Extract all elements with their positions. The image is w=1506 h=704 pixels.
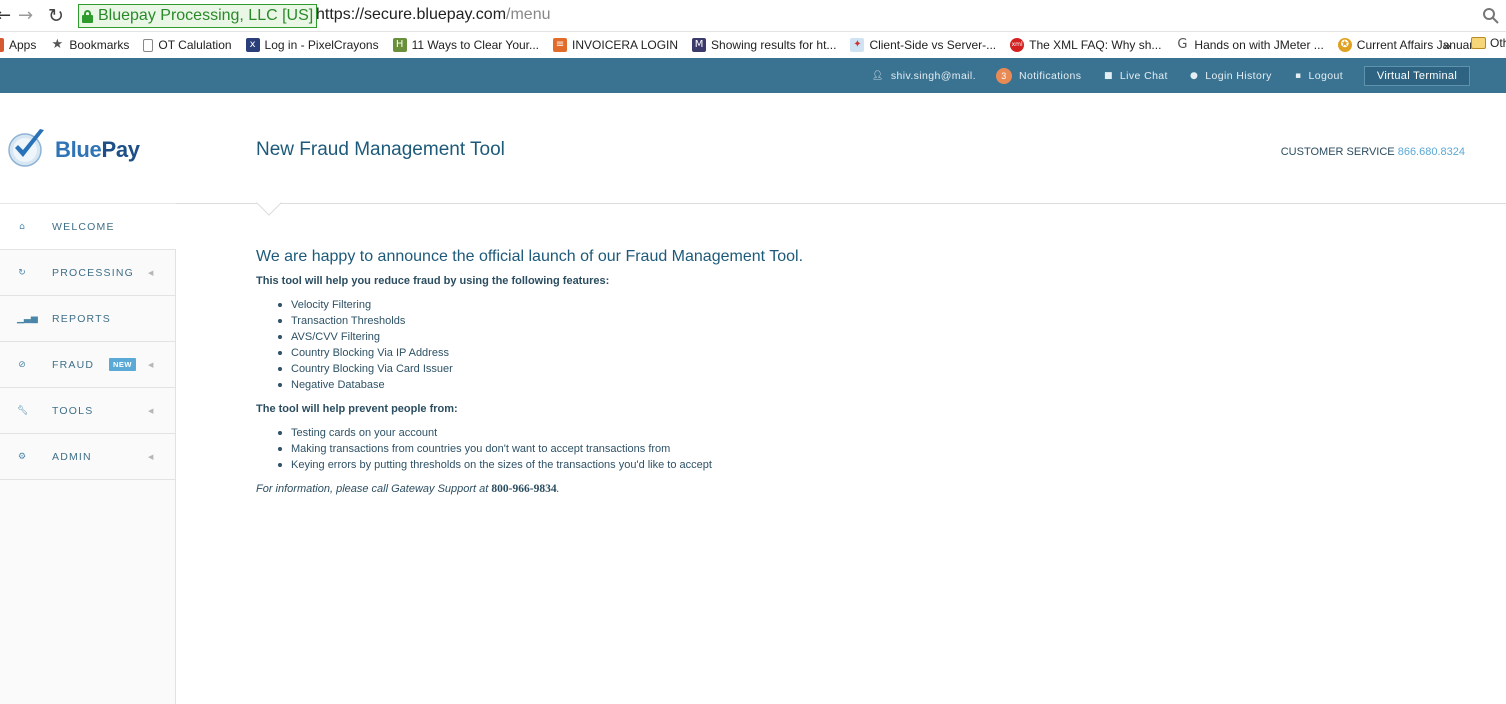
bookmark-jmeter[interactable]: G Hands on with JMeter ... — [1175, 37, 1323, 53]
user-account-link[interactable]: 👤︎ shiv.singh@mail. — [872, 58, 976, 93]
bookmark-pixelcrayons[interactable]: x Log in - PixelCrayons — [245, 38, 379, 52]
list-item: Country Blocking Via IP Address — [278, 345, 1456, 361]
support-phone: 800-966-9834 — [491, 483, 557, 495]
bookmark-ot-calulation[interactable]: OT Calulation — [143, 38, 232, 52]
ev-label: Bluepay Processing, LLC [US] — [98, 7, 314, 24]
prevent-list: Testing cards on your account Making tra… — [278, 425, 1456, 473]
sidebar-item-tools[interactable]: 🔧︎ TOOLS ◀ — [0, 388, 176, 434]
home-icon: ⌂ — [19, 221, 25, 232]
other-bookmarks[interactable]: Oth — [1471, 36, 1506, 50]
page-title: New Fraud Management Tool — [256, 139, 505, 160]
bookmark-client-side[interactable]: ✦ Client-Side vs Server-... — [850, 38, 996, 52]
main-content: We are happy to announce the official la… — [256, 248, 1456, 495]
browser-address-bar: ← → ↻ Bluepay Processing, LLC [US] https… — [0, 0, 1506, 32]
list-item: Transaction Thresholds — [278, 313, 1456, 329]
chat-icon: ■ — [1104, 70, 1113, 81]
folder-icon — [1471, 37, 1486, 49]
gear-icon: ⚙ — [17, 451, 27, 462]
bookmark-showing-results[interactable]: M Showing results for ht... — [692, 38, 836, 52]
features-heading: This tool will help you reduce fraud by … — [256, 275, 610, 287]
chevron-left-icon: ◀ — [148, 360, 154, 369]
notifications-link[interactable]: 3 Notifications — [996, 58, 1081, 93]
sidebar-item-reports[interactable]: ▁▃▅ REPORTS — [0, 296, 176, 342]
h-icon: H — [392, 38, 407, 52]
refresh-icon: ↻ — [18, 267, 26, 278]
reload-icon[interactable]: ↻ — [48, 4, 64, 28]
chevron-left-icon: ◀ — [148, 406, 154, 415]
apps-icon — [0, 38, 4, 52]
page-icon — [143, 38, 154, 52]
header-notch — [256, 190, 282, 216]
award-icon: ✪ — [1337, 38, 1352, 52]
virtual-terminal-button[interactable]: Virtual Terminal — [1364, 66, 1470, 86]
sidebar-item-welcome[interactable]: ⌂ WELCOME — [0, 204, 176, 250]
map-pin-icon: ● — [1190, 70, 1199, 81]
list-item: Testing cards on your account — [278, 425, 1456, 441]
search-icon[interactable] — [1482, 7, 1500, 25]
list-item: Keying errors by putting thresholds on t… — [278, 457, 1456, 473]
chevron-left-icon: ◀ — [148, 452, 154, 461]
customer-service: CUSTOMER SERVICE 866.680.8324 — [1280, 146, 1465, 158]
support-info: For information, please call Gateway Sup… — [256, 483, 560, 495]
wrench-icon: 🔧︎ — [17, 405, 29, 416]
bookmark-bookmarks[interactable]: ★ Bookmarks — [50, 37, 130, 53]
client-icon: ✦ — [850, 38, 865, 52]
prevent-heading: The tool will help prevent people from: — [256, 403, 458, 415]
new-badge: NEW — [109, 358, 136, 371]
m-icon: M — [692, 38, 707, 52]
bars-icon: ▁▃▅ — [17, 313, 38, 324]
list-item: Making transactions from countries you d… — [278, 441, 1456, 457]
bookmark-invoicera[interactable]: ≡ INVOICERA LOGIN — [553, 38, 678, 52]
forward-arrow-icon[interactable]: → — [18, 4, 33, 28]
list-item: AVS/CVV Filtering — [278, 329, 1456, 345]
bookmark-xml-faq[interactable]: xml The XML FAQ: Why sh... — [1010, 38, 1161, 52]
list-item: Negative Database — [278, 377, 1456, 393]
url-field[interactable]: Bluepay Processing, LLC [US] https://sec… — [76, 4, 1504, 28]
ban-icon: ⊘ — [18, 359, 26, 370]
customer-service-phone[interactable]: 866.680.8324 — [1398, 146, 1465, 158]
live-chat-link[interactable]: ■ Live Chat — [1104, 58, 1168, 93]
bluepay-logo-icon — [8, 129, 44, 167]
bookmarks-overflow-button[interactable]: » — [1443, 37, 1451, 53]
bookmark-apps[interactable]: Apps — [0, 38, 36, 52]
sidebar: BluePay ⌂ WELCOME ↻ PROCESSING ◀ ▁▃▅ REP… — [0, 93, 176, 704]
sidebar-item-admin[interactable]: ⚙ ADMIN ◀ — [0, 434, 176, 480]
lock-icon: ▪ — [1295, 70, 1302, 81]
list-item: Velocity Filtering — [278, 297, 1456, 313]
main-header: New Fraud Management Tool CUSTOMER SERVI… — [176, 93, 1506, 216]
ev-certificate-badge[interactable]: Bluepay Processing, LLC [US] — [78, 4, 318, 28]
sidebar-item-fraud[interactable]: ⊘ FRAUD NEW ◀ — [0, 342, 176, 388]
lock-icon — [82, 9, 93, 23]
logout-link[interactable]: ▪ Logout — [1295, 58, 1343, 93]
bluepay-logo-text[interactable]: BluePay — [55, 137, 140, 163]
pixelcrayons-icon: x — [245, 38, 260, 52]
notification-count-badge: 3 — [996, 67, 1012, 84]
sidebar-item-processing[interactable]: ↻ PROCESSING ◀ — [0, 250, 176, 296]
url-text: https://secure.bluepay.com/menu — [316, 6, 551, 23]
user-icon: 👤︎ — [872, 70, 884, 81]
bookmarks-bar: Apps ★ Bookmarks OT Calulation x Log in … — [0, 32, 1506, 58]
invoicera-icon: ≡ — [553, 38, 568, 52]
g-icon: G — [1177, 37, 1188, 52]
list-item: Country Blocking Via Card Issuer — [278, 361, 1456, 377]
app-top-bar: 👤︎ shiv.singh@mail. 3 Notifications ■ Li… — [0, 58, 1506, 93]
xml-icon: xml — [1010, 38, 1025, 52]
announcement-lead: We are happy to announce the official la… — [256, 248, 804, 265]
bookmark-11-ways[interactable]: H 11 Ways to Clear Your... — [392, 38, 539, 52]
logo-area: BluePay — [0, 93, 176, 204]
star-icon: ★ — [51, 37, 64, 52]
login-history-link[interactable]: ● Login History — [1190, 58, 1272, 93]
chevron-left-icon: ◀ — [148, 268, 154, 277]
back-arrow-icon[interactable]: ← — [0, 4, 11, 28]
features-list: Velocity Filtering Transaction Threshold… — [278, 297, 1456, 393]
bookmark-current-affairs[interactable]: ✪ Current Affairs Januar... — [1337, 38, 1483, 52]
